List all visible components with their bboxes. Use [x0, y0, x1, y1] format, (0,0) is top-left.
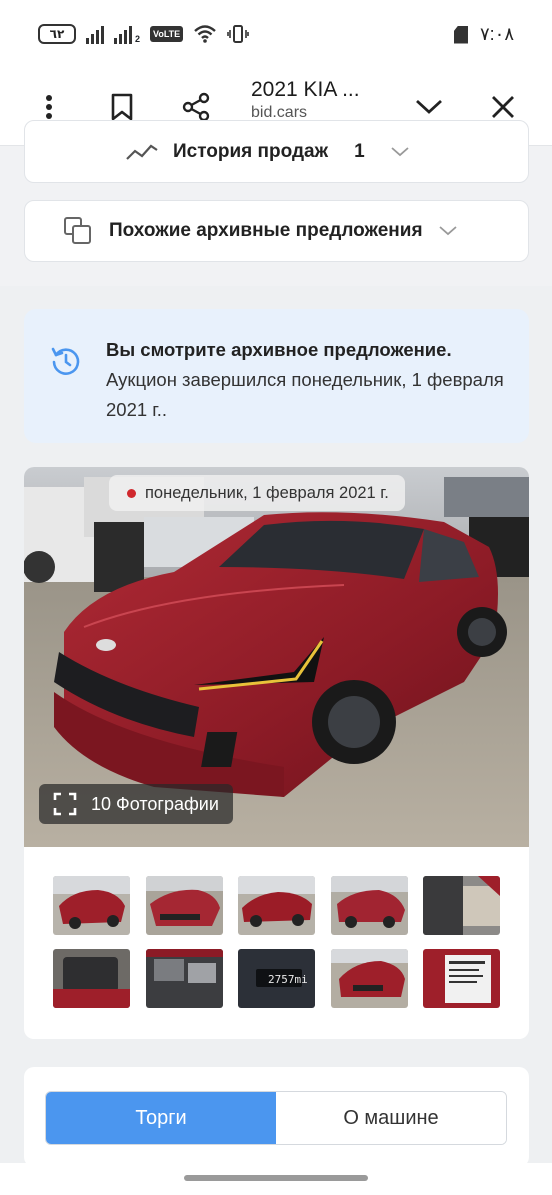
copy-icon	[64, 217, 91, 244]
photos-count-label: 10 Фотографии	[91, 793, 219, 814]
home-indicator[interactable]	[184, 1175, 368, 1181]
thumbnail[interactable]	[145, 949, 223, 1008]
history-icon	[51, 347, 80, 375]
clock: ٧:٠٨	[479, 24, 514, 44]
odometer-text: 2757mi	[268, 973, 308, 986]
main-car-photo[interactable]: понедельник, 1 февраля 2021 г. 10 Фотогр…	[24, 467, 529, 847]
auction-date-pill: понедельник, 1 февраля 2021 г.	[109, 475, 405, 511]
archive-notice-bold: Вы смотрите архивное предложение.	[106, 339, 452, 360]
volte-icon: VoLTE	[150, 26, 184, 42]
chevron-down-icon	[438, 226, 457, 236]
auction-date: понедельник, 1 февраля 2021 г.	[145, 483, 389, 502]
photos-count-button[interactable]: 10 Фотографии	[39, 784, 233, 824]
gesture-nav-bar	[0, 1163, 552, 1195]
wifi-icon	[194, 25, 216, 43]
thumbnail[interactable]	[330, 876, 408, 935]
thumbnail[interactable]	[238, 876, 315, 935]
tab-bar: Торги О машине	[45, 1091, 507, 1145]
sales-history-label: История продаж	[173, 141, 329, 162]
similar-archive-card[interactable]: Похожие архивные предложения	[24, 200, 529, 262]
sales-history-card[interactable]: История продаж 1	[24, 120, 529, 183]
thumbnail[interactable]	[330, 949, 408, 1008]
chevron-down-icon	[391, 147, 409, 157]
archive-notice-text: Вы смотрите архивное предложение. Аукцио…	[106, 335, 506, 425]
sales-history-count: 1	[354, 141, 365, 162]
status-right: ٧:٠٨	[453, 24, 514, 45]
sim2-label: 2	[135, 34, 141, 44]
fullscreen-icon	[53, 792, 77, 816]
similar-archive-label: Похожие архивные предложения	[109, 220, 423, 241]
thumbnail[interactable]	[145, 876, 223, 935]
photo-gallery: понедельник, 1 февраля 2021 г. 10 Фотогр…	[24, 467, 529, 1039]
trend-chart-icon	[126, 144, 158, 160]
thumbnail[interactable]	[53, 949, 130, 1008]
tab-about-car[interactable]: О машине	[276, 1092, 506, 1144]
page-title: 2021 KIA ...	[251, 78, 360, 101]
battery-icon: ٦٢	[38, 24, 76, 44]
thumbnail[interactable]	[423, 876, 500, 935]
thumbnail[interactable]	[53, 876, 130, 935]
thumbnail-grid: 2757mi	[53, 876, 500, 1008]
archive-notice: Вы смотрите архивное предложение. Аукцио…	[24, 309, 529, 443]
tab-bidding[interactable]: Торги	[46, 1092, 276, 1144]
status-bar: ٦٢ 2 VoLTE ٧:٠٨	[0, 0, 552, 70]
archive-notice-detail: Аукцион завершился понедельник, 1 феврал…	[106, 369, 504, 420]
vibrate-icon	[227, 25, 249, 43]
thumbnail[interactable]: 2757mi	[238, 949, 315, 1008]
thumbnail[interactable]	[423, 949, 500, 1008]
signal-sim2-icon: 2	[114, 24, 140, 44]
status-left: ٦٢ 2 VoLTE	[38, 24, 249, 44]
status-dot	[127, 489, 136, 498]
sim-icon	[453, 25, 468, 44]
page-title-block[interactable]: 2021 KIA ... bid.cars	[251, 78, 360, 122]
tabs-card: Торги О машине	[24, 1067, 529, 1167]
signal-icon	[86, 24, 104, 44]
